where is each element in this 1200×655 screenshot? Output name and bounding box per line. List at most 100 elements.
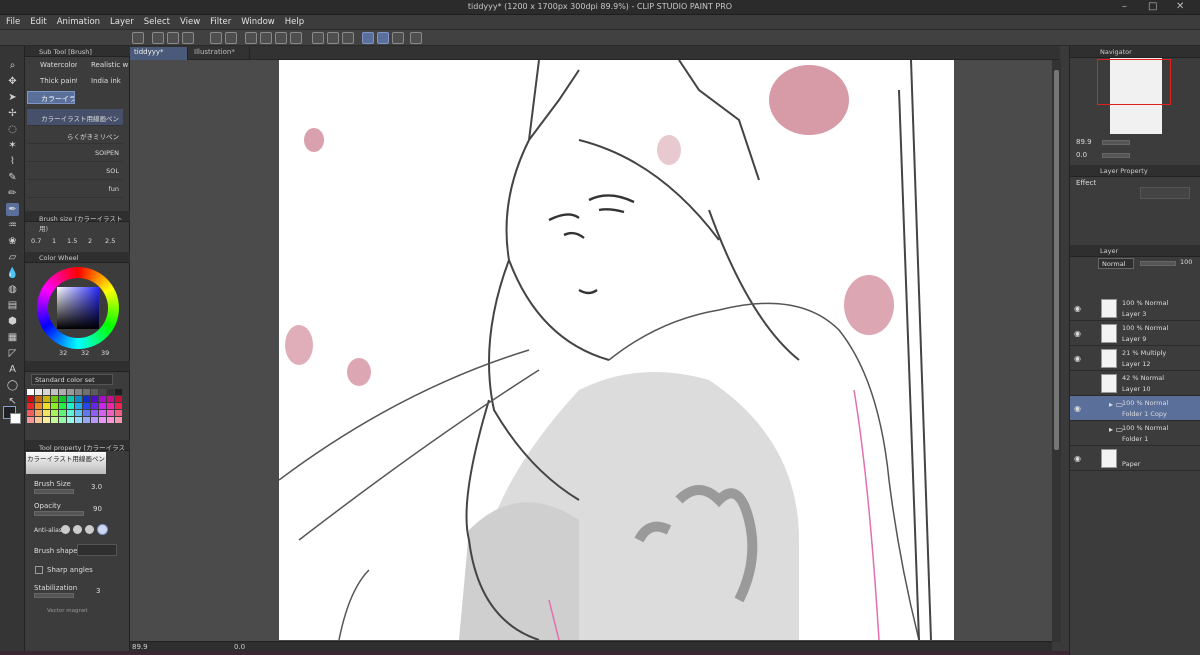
color-swatch[interactable] xyxy=(51,396,58,402)
color-swatch[interactable] xyxy=(107,389,114,395)
color-swatch[interactable] xyxy=(99,396,106,402)
brush-size-option[interactable]: 0.7 xyxy=(31,237,41,245)
color-swatch[interactable] xyxy=(91,403,98,409)
drawing-canvas[interactable] xyxy=(279,60,954,640)
eye-icon[interactable]: ◉ xyxy=(1074,304,1084,313)
clear-icon[interactable] xyxy=(260,32,272,44)
menu-file[interactable]: File xyxy=(6,17,20,27)
anti-alias-none-icon[interactable] xyxy=(61,525,70,534)
color-swatch[interactable] xyxy=(67,403,74,409)
color-swatch[interactable] xyxy=(59,410,66,416)
color-saturation-square[interactable] xyxy=(57,287,99,329)
layer-row[interactable]: ◉ ▸ ▭ 100 % Normal Folder 1 Copy xyxy=(1070,396,1200,421)
color-swatch[interactable] xyxy=(107,417,114,423)
layer-row[interactable]: ◉ 100 % Normal Layer 9 xyxy=(1070,321,1200,346)
zoom-tool-icon[interactable]: ⌕ xyxy=(6,59,19,72)
color-swatch[interactable] xyxy=(35,417,42,423)
color-swatch[interactable] xyxy=(75,417,82,423)
selection-off-icon[interactable] xyxy=(312,32,324,44)
color-swatch[interactable] xyxy=(67,389,74,395)
color-swatch[interactable] xyxy=(83,403,90,409)
color-swatch[interactable] xyxy=(99,403,106,409)
color-swatch[interactable] xyxy=(35,389,42,395)
status-zoom-value[interactable]: 89.9 xyxy=(132,643,148,651)
layer-opacity-slider[interactable] xyxy=(1140,261,1176,266)
sub-color-swatch[interactable] xyxy=(10,413,21,424)
color-swatch[interactable] xyxy=(67,417,74,423)
operation-tool-icon[interactable]: ➤ xyxy=(6,91,19,104)
layer-row[interactable]: 42 % Normal Layer 10 xyxy=(1070,371,1200,396)
tab-illustration[interactable]: Illustration* xyxy=(190,47,250,60)
status-rotation-value[interactable]: 0.0 xyxy=(234,643,245,651)
brush-size-option[interactable]: 1 xyxy=(52,237,56,245)
color-swatch[interactable] xyxy=(115,396,122,402)
menu-edit[interactable]: Edit xyxy=(30,17,46,27)
brush-size-value[interactable]: 3.0 xyxy=(91,483,102,491)
color-swatch[interactable] xyxy=(43,417,50,423)
color-swatch[interactable] xyxy=(107,396,114,402)
color-swatch[interactable] xyxy=(67,410,74,416)
menu-layer[interactable]: Layer xyxy=(110,17,134,27)
lasso-tool-icon[interactable]: ◌ xyxy=(6,123,19,136)
color-swatch[interactable] xyxy=(75,389,82,395)
opacity-slider[interactable] xyxy=(34,511,84,516)
canvas-vertical-scrollbar[interactable] xyxy=(1052,60,1061,642)
color-set-select[interactable]: Standard color set xyxy=(31,374,113,385)
pen-tool-icon[interactable]: ✎ xyxy=(6,171,19,184)
brush-item[interactable]: SOL xyxy=(27,163,123,180)
open-folder-icon[interactable] xyxy=(167,32,179,44)
color-swatch[interactable] xyxy=(99,417,106,423)
navigator-rotation-value[interactable]: 0.0 xyxy=(1076,151,1087,159)
brush-size-slider[interactable] xyxy=(34,489,74,494)
color-swatch[interactable] xyxy=(27,389,34,395)
airbrush-tool-icon[interactable]: ♒ xyxy=(6,219,19,232)
color-swatch[interactable] xyxy=(43,410,50,416)
menu-animation[interactable]: Animation xyxy=(57,17,100,27)
color-swatch[interactable] xyxy=(83,389,90,395)
color-swatch[interactable] xyxy=(91,410,98,416)
anti-alias-medium-icon[interactable] xyxy=(85,525,94,534)
stabilization-value[interactable]: 3 xyxy=(96,587,100,595)
magic-wand-tool-icon[interactable]: ✶ xyxy=(6,139,19,152)
subtool-group-india-ink[interactable]: India ink xyxy=(78,75,128,88)
anti-alias-strong-icon[interactable] xyxy=(97,524,108,535)
eye-icon[interactable]: ◉ xyxy=(1074,454,1084,463)
menu-view[interactable]: View xyxy=(180,17,200,27)
color-swatch[interactable] xyxy=(43,396,50,402)
layer-row[interactable]: ◉ 100 % Normal Layer 3 xyxy=(1070,296,1200,321)
layer-row[interactable]: ◉ 21 % Multiply Layer 12 xyxy=(1070,346,1200,371)
color-swatch[interactable] xyxy=(27,410,34,416)
ruler-tool-icon[interactable]: ◸ xyxy=(6,347,19,360)
layer-row[interactable]: ◉ Paper xyxy=(1070,446,1200,471)
color-swatch[interactable] xyxy=(67,396,74,402)
new-file-icon[interactable] xyxy=(152,32,164,44)
menu-window[interactable]: Window xyxy=(241,17,275,27)
color-swatch[interactable] xyxy=(91,396,98,402)
snap-special-ruler-icon[interactable] xyxy=(377,32,389,44)
anti-alias-options[interactable] xyxy=(61,523,115,537)
transform-icon[interactable] xyxy=(290,32,302,44)
maximize-icon[interactable]: □ xyxy=(1148,1,1157,12)
figure-tool-icon[interactable]: ⬢ xyxy=(6,315,19,328)
opacity-value[interactable]: 90 xyxy=(93,505,102,513)
eraser-tool-icon[interactable]: ▱ xyxy=(6,251,19,264)
brush-tool-icon[interactable]: ✒ xyxy=(6,203,19,216)
minimize-icon[interactable]: – xyxy=(1122,1,1127,12)
color-swatch[interactable] xyxy=(75,410,82,416)
color-swatch[interactable] xyxy=(35,410,42,416)
brush-item[interactable]: fun xyxy=(27,181,123,198)
subtool-group-thick-paint[interactable]: Thick paint xyxy=(27,75,77,88)
color-swatch[interactable] xyxy=(75,403,82,409)
color-swatch[interactable] xyxy=(51,410,58,416)
color-swatch[interactable] xyxy=(115,389,122,395)
color-swatch[interactable] xyxy=(27,403,34,409)
undo-icon[interactable] xyxy=(210,32,222,44)
menu-select[interactable]: Select xyxy=(144,17,170,27)
layer-move-tool-icon[interactable]: ✢ xyxy=(6,107,19,120)
color-swatch[interactable] xyxy=(27,396,34,402)
stabilization-slider[interactable] xyxy=(34,593,74,598)
navigator-zoom-slider[interactable] xyxy=(1102,140,1130,145)
brush-item[interactable]: カラーイラスト用線画ペン xyxy=(27,109,123,126)
color-swatch[interactable] xyxy=(115,410,122,416)
gradient-tool-icon[interactable]: ▤ xyxy=(6,299,19,312)
